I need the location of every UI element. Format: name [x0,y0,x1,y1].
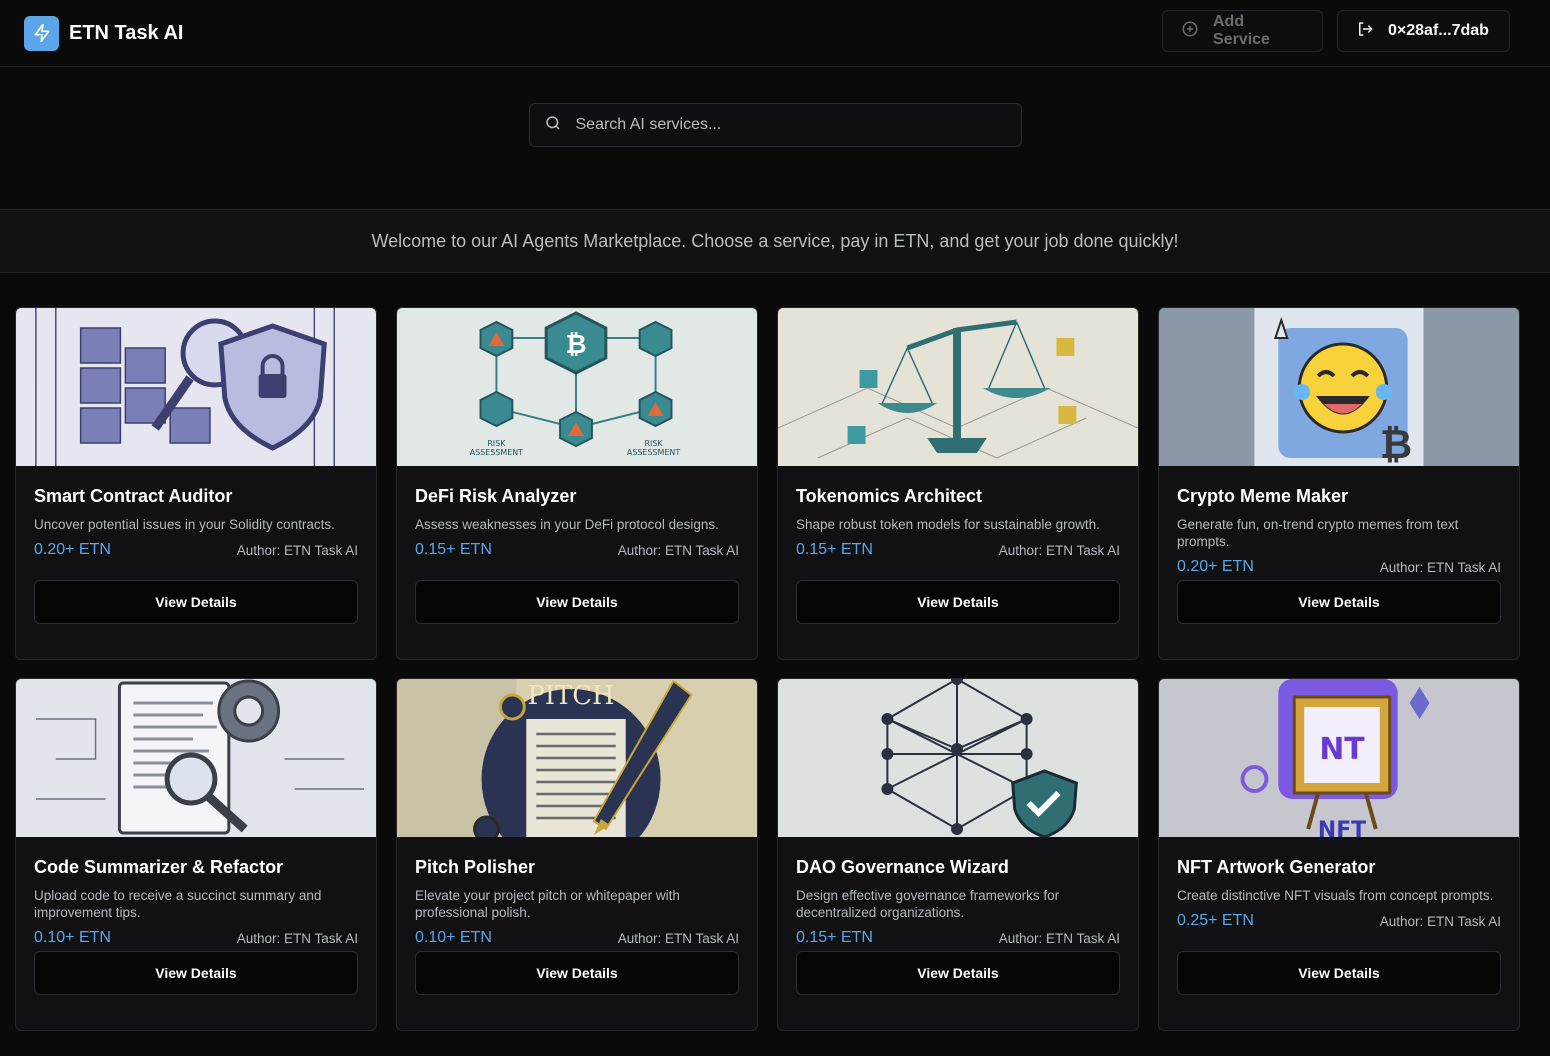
service-title: Smart Contract Auditor [34,486,233,506]
service-price: 0.15+ ETN [796,541,873,558]
service-card[interactable]: ₿ RISK ASSESSMENT RISK ASSESSMENT DeFi R… [396,307,758,660]
view-details-button[interactable]: View Details [34,951,358,995]
search-icon [544,114,562,137]
add-service-button[interactable]: Add Service [1162,10,1323,52]
service-card[interactable]: NT NFT NFT Artwork Generator Create dist… [1158,678,1520,1031]
search-input[interactable] [575,116,1007,134]
view-details-button[interactable]: View Details [1177,580,1501,624]
view-details-button[interactable]: View Details [415,580,739,624]
app-name: ETN Task AI [69,21,184,44]
service-title: Code Summarizer & Refactor [34,857,284,877]
add-service-label: Add Service [1213,13,1270,48]
view-details-button[interactable]: View Details [796,951,1120,995]
view-details-button[interactable]: View Details [34,580,358,624]
service-price: 0.20+ ETN [34,541,111,558]
service-author: Author: ETN Task AI [236,930,358,946]
bitcoin-network-icon: ₿ RISK ASSESSMENT RISK ASSESSMENT [397,308,757,466]
svg-text:₿: ₿ [565,330,586,360]
service-card[interactable]: Tokenomics Architect Shape robust token … [777,307,1139,660]
service-title: DAO Governance Wizard [796,857,1009,877]
service-description: Design effective governance frameworks f… [796,888,1060,920]
service-price: 0.20+ ETN [1177,558,1254,575]
service-description: Create distinctive NFT visuals from conc… [1177,888,1494,903]
svg-text:NT: NT [1319,732,1365,767]
service-author: Author: ETN Task AI [1379,559,1501,575]
service-title: DeFi Risk Analyzer [415,486,577,506]
service-author: Author: ETN Task AI [617,542,739,558]
svg-text:₿: ₿ [1380,422,1412,466]
nft-easel-icon: NT NFT [1159,679,1519,837]
service-title: Pitch Polisher [415,857,536,877]
service-description: Shape robust token models for sustainabl… [796,517,1100,532]
service-title: Tokenomics Architect [796,486,983,506]
lightning-bolt-icon [24,15,59,51]
svg-text:NFT: NFT [1318,818,1366,837]
service-description: Elevate your project pitch or whitepaper… [415,888,680,920]
service-card[interactable]: Smart Contract Auditor Uncover potential… [15,307,377,660]
service-author: Author: ETN Task AI [998,930,1120,946]
view-details-button[interactable]: View Details [1177,951,1501,995]
welcome-banner: Welcome to our AI Agents Marketplace. Ch… [0,209,1550,273]
search-bar[interactable] [528,103,1022,147]
service-description: Generate fun, on-trend crypto memes from… [1177,517,1459,549]
wallet-button[interactable]: 0×28af...7dab [1337,10,1510,52]
plus-circle-icon [1181,20,1199,43]
wallet-address: 0×28af...7dab [1388,22,1489,39]
network-shield-icon [778,679,1138,837]
service-author: Author: ETN Task AI [236,542,358,558]
svg-text:RISK: RISK [487,439,506,448]
service-title: NFT Artwork Generator [1177,857,1376,877]
search-section [0,67,1550,209]
service-card[interactable]: ₿ Crypto Meme Maker Generate fun, on-tre… [1158,307,1520,660]
service-price: 0.15+ ETN [415,541,492,558]
service-author: Author: ETN Task AI [1379,913,1501,929]
svg-text:ASSESSMENT: ASSESSMENT [627,448,680,457]
service-price: 0.25+ ETN [1177,912,1254,929]
service-description: Assess weaknesses in your DeFi protocol … [415,517,719,532]
svg-text:PITCH: PITCH [527,681,614,711]
welcome-text: Welcome to our AI Agents Marketplace. Ch… [371,230,1179,251]
service-card[interactable]: DAO Governance Wizard Design effective g… [777,678,1139,1031]
svg-text:RISK: RISK [645,439,664,448]
top-header: ETN Task AI Add Service 0×28af...7dab [0,0,1550,67]
view-details-button[interactable]: View Details [415,951,739,995]
service-price: 0.10+ ETN [415,929,492,946]
service-card[interactable]: Code Summarizer & Refactor Upload code t… [15,678,377,1031]
service-author: Author: ETN Task AI [998,542,1120,558]
service-title: Crypto Meme Maker [1177,486,1349,506]
services-grid: Smart Contract Auditor Uncover potential… [15,307,1520,1031]
service-card[interactable]: PITCH Pitch Polisher Elevate your projec… [396,678,758,1031]
service-description: Upload code to receive a succinct summar… [34,888,322,920]
document-gear-icon [16,679,376,837]
svg-text:ASSESSMENT: ASSESSMENT [470,448,523,457]
brand[interactable]: ETN Task AI [24,15,184,51]
view-details-button[interactable]: View Details [796,580,1120,624]
fountain-pen-icon: PITCH [397,679,757,837]
service-description: Uncover potential issues in your Solidit… [34,517,335,532]
service-author: Author: ETN Task AI [617,930,739,946]
balance-scale-icon [778,308,1138,466]
service-price: 0.15+ ETN [796,929,873,946]
laughing-emoji-icon: ₿ [1159,308,1519,466]
shield-lock-icon [16,308,376,466]
service-price: 0.10+ ETN [34,929,111,946]
logout-icon [1356,20,1374,43]
